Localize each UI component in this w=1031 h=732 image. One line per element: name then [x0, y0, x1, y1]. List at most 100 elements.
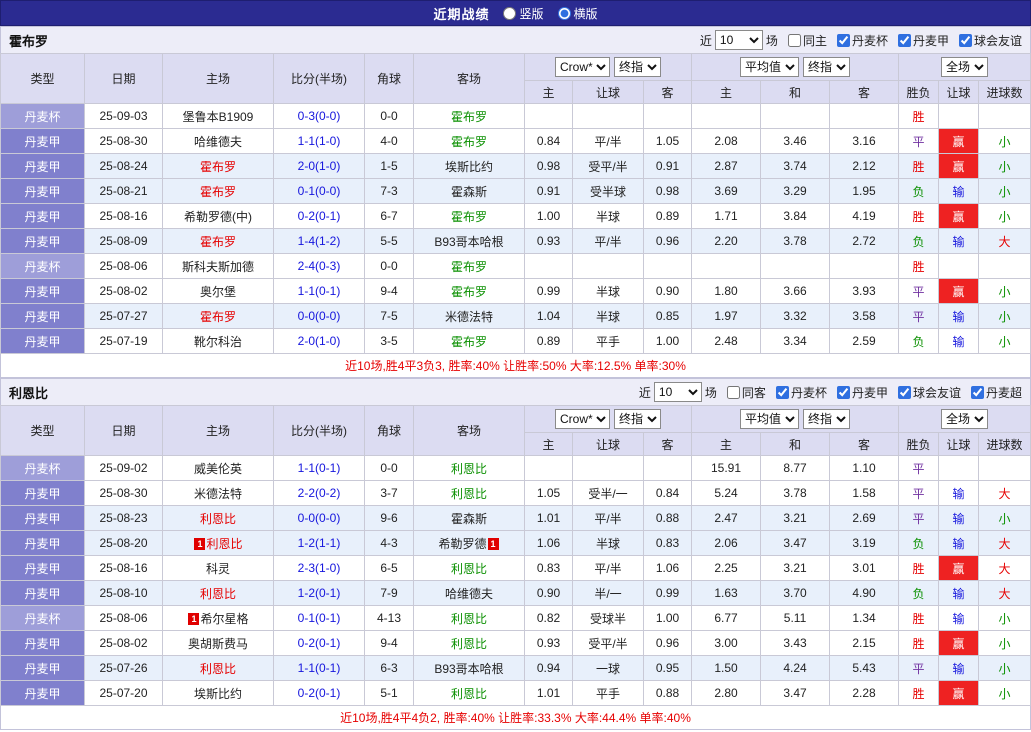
score[interactable]: 2-4(0-3) [274, 254, 365, 279]
score[interactable]: 0-2(0-1) [274, 204, 365, 229]
score[interactable]: 0-0(0-0) [274, 506, 365, 531]
away-team[interactable]: 米德法特 [414, 304, 525, 329]
home-team[interactable]: 1希尔星格 [163, 606, 274, 631]
scope-select[interactable]: 全场 [941, 409, 988, 429]
home-team[interactable]: 哈维德夫 [163, 129, 274, 154]
score[interactable]: 0-2(0-1) [274, 631, 365, 656]
score[interactable]: 0-1(0-1) [274, 606, 365, 631]
home-team[interactable]: 希勒罗德(中) [163, 204, 274, 229]
score[interactable]: 0-1(0-0) [274, 179, 365, 204]
away-team[interactable]: B93哥本哈根 [414, 656, 525, 681]
filter-checkbox[interactable] [898, 386, 911, 399]
filter-checkbox[interactable] [959, 34, 972, 47]
average-odds: 2.20 [692, 229, 761, 254]
filter-option[interactable]: 丹麦杯 [837, 32, 888, 49]
score[interactable]: 1-1(1-0) [274, 129, 365, 154]
filter-label: 同主 [803, 32, 827, 49]
filter-checkbox[interactable] [837, 34, 850, 47]
home-team[interactable]: 利恩比 [163, 506, 274, 531]
handicap-odds: 半球 [573, 279, 644, 304]
bookmaker-select[interactable]: Crow* [555, 409, 610, 429]
layout-vertical-option[interactable]: 竖版 [503, 5, 543, 22]
away-team[interactable]: 霍森斯 [414, 506, 525, 531]
filter-checkbox[interactable] [788, 34, 801, 47]
away-team[interactable]: 利恩比 [414, 631, 525, 656]
home-team[interactable]: 堡鲁本B1909 [163, 104, 274, 129]
home-team[interactable]: 靴尔科治 [163, 329, 274, 354]
score[interactable]: 0-2(0-1) [274, 681, 365, 706]
match-count-select[interactable]: 10 [715, 30, 763, 50]
bookmaker-select[interactable]: Crow* [555, 57, 610, 77]
home-team[interactable]: 霍布罗 [163, 229, 274, 254]
home-team[interactable]: 1利恩比 [163, 531, 274, 556]
filter-option[interactable]: 同主 [788, 32, 827, 49]
score[interactable]: 2-0(1-0) [274, 154, 365, 179]
home-team[interactable]: 利恩比 [163, 656, 274, 681]
filter-option[interactable]: 丹麦甲 [898, 32, 949, 49]
scope-select[interactable]: 全场 [941, 57, 988, 77]
average-select[interactable]: 平均值 [740, 409, 799, 429]
away-team[interactable]: 霍布罗 [414, 329, 525, 354]
away-team[interactable]: 利恩比 [414, 481, 525, 506]
filter-option[interactable]: 球会友谊 [959, 32, 1022, 49]
score[interactable]: 1-4(1-2) [274, 229, 365, 254]
filter-option[interactable]: 丹麦甲 [837, 384, 888, 401]
away-team[interactable]: 利恩比 [414, 606, 525, 631]
away-team[interactable]: 霍布罗 [414, 204, 525, 229]
away-team[interactable]: 哈维德夫 [414, 581, 525, 606]
home-team[interactable]: 霍布罗 [163, 304, 274, 329]
home-team[interactable]: 奥尔堡 [163, 279, 274, 304]
score[interactable]: 2-2(0-2) [274, 481, 365, 506]
away-team[interactable]: 霍森斯 [414, 179, 525, 204]
home-team[interactable]: 霍布罗 [163, 154, 274, 179]
away-team[interactable]: 霍布罗 [414, 279, 525, 304]
away-team[interactable]: 希勒罗德1 [414, 531, 525, 556]
home-team[interactable]: 埃斯比约 [163, 681, 274, 706]
home-team[interactable]: 米德法特 [163, 481, 274, 506]
home-team[interactable]: 奥胡斯费马 [163, 631, 274, 656]
vertical-layout-radio[interactable] [503, 7, 516, 20]
layout-horizontal-option[interactable]: 横版 [558, 5, 598, 22]
filter-option[interactable]: 同客 [727, 384, 766, 401]
away-team[interactable]: 霍布罗 [414, 129, 525, 154]
score[interactable]: 1-1(0-1) [274, 456, 365, 481]
score[interactable]: 1-1(0-1) [274, 279, 365, 304]
score[interactable]: 1-2(1-1) [274, 531, 365, 556]
score[interactable]: 1-2(0-1) [274, 581, 365, 606]
match-type: 丹麦甲 [1, 304, 85, 329]
filter-checkbox[interactable] [837, 386, 850, 399]
sub-column-header: 让球 [573, 81, 644, 104]
away-team[interactable]: 利恩比 [414, 556, 525, 581]
home-team[interactable]: 利恩比 [163, 581, 274, 606]
score[interactable]: 0-0(0-0) [274, 304, 365, 329]
filter-option[interactable]: 丹麦杯 [776, 384, 827, 401]
filter-checkbox[interactable] [898, 34, 911, 47]
score[interactable]: 1-1(0-1) [274, 656, 365, 681]
match-count-select[interactable]: 10 [654, 382, 702, 402]
away-team[interactable]: 利恩比 [414, 456, 525, 481]
home-team[interactable]: 威美伦英 [163, 456, 274, 481]
home-team[interactable]: 霍布罗 [163, 179, 274, 204]
home-team[interactable]: 斯科夫斯加德 [163, 254, 274, 279]
home-team[interactable]: 科灵 [163, 556, 274, 581]
filter-checkbox[interactable] [971, 386, 984, 399]
score[interactable]: 0-3(0-0) [274, 104, 365, 129]
away-team[interactable]: 利恩比 [414, 681, 525, 706]
filter-checkbox[interactable] [727, 386, 740, 399]
away-team[interactable]: 霍布罗 [414, 254, 525, 279]
average-stage-select[interactable]: 终指 [803, 409, 850, 429]
away-team[interactable]: 霍布罗 [414, 104, 525, 129]
filter-checkbox[interactable] [776, 386, 789, 399]
score[interactable]: 2-3(1-0) [274, 556, 365, 581]
average-stage-select[interactable]: 终指 [803, 57, 850, 77]
score[interactable]: 2-0(1-0) [274, 329, 365, 354]
sub-column-header: 胜负 [899, 433, 939, 456]
horizontal-layout-radio[interactable] [558, 7, 571, 20]
away-team[interactable]: 埃斯比约 [414, 154, 525, 179]
filter-option[interactable]: 丹麦超 [971, 384, 1022, 401]
odds-stage-select[interactable]: 终指 [614, 57, 661, 77]
odds-stage-select[interactable]: 终指 [614, 409, 661, 429]
average-select[interactable]: 平均值 [740, 57, 799, 77]
away-team[interactable]: B93哥本哈根 [414, 229, 525, 254]
filter-option[interactable]: 球会友谊 [898, 384, 961, 401]
